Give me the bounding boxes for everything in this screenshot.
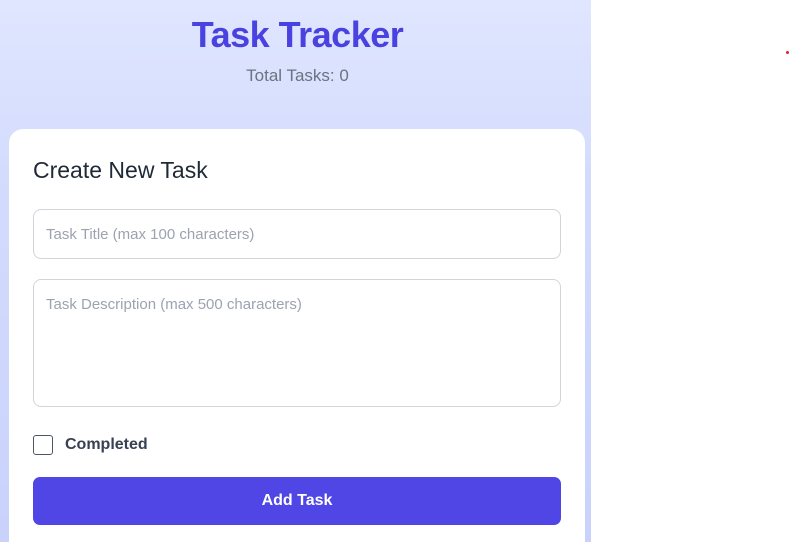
page-title: Task Tracker — [191, 14, 404, 55]
task-title-input[interactable] — [33, 209, 561, 259]
app-panel: Task Tracker Total Tasks: 0 Create New T… — [0, 0, 591, 542]
indicator-dot — [786, 51, 789, 54]
completed-label: Completed — [65, 436, 148, 453]
completed-checkbox[interactable] — [33, 435, 53, 455]
create-task-heading: Create New Task — [33, 157, 208, 183]
add-task-button[interactable]: Add Task — [33, 477, 561, 525]
task-description-input[interactable] — [33, 279, 561, 407]
create-task-card: Create New Task Completed Add Task — [9, 129, 585, 542]
total-tasks-count: Total Tasks: 0 — [246, 66, 349, 85]
completed-row[interactable]: Completed — [33, 435, 148, 455]
